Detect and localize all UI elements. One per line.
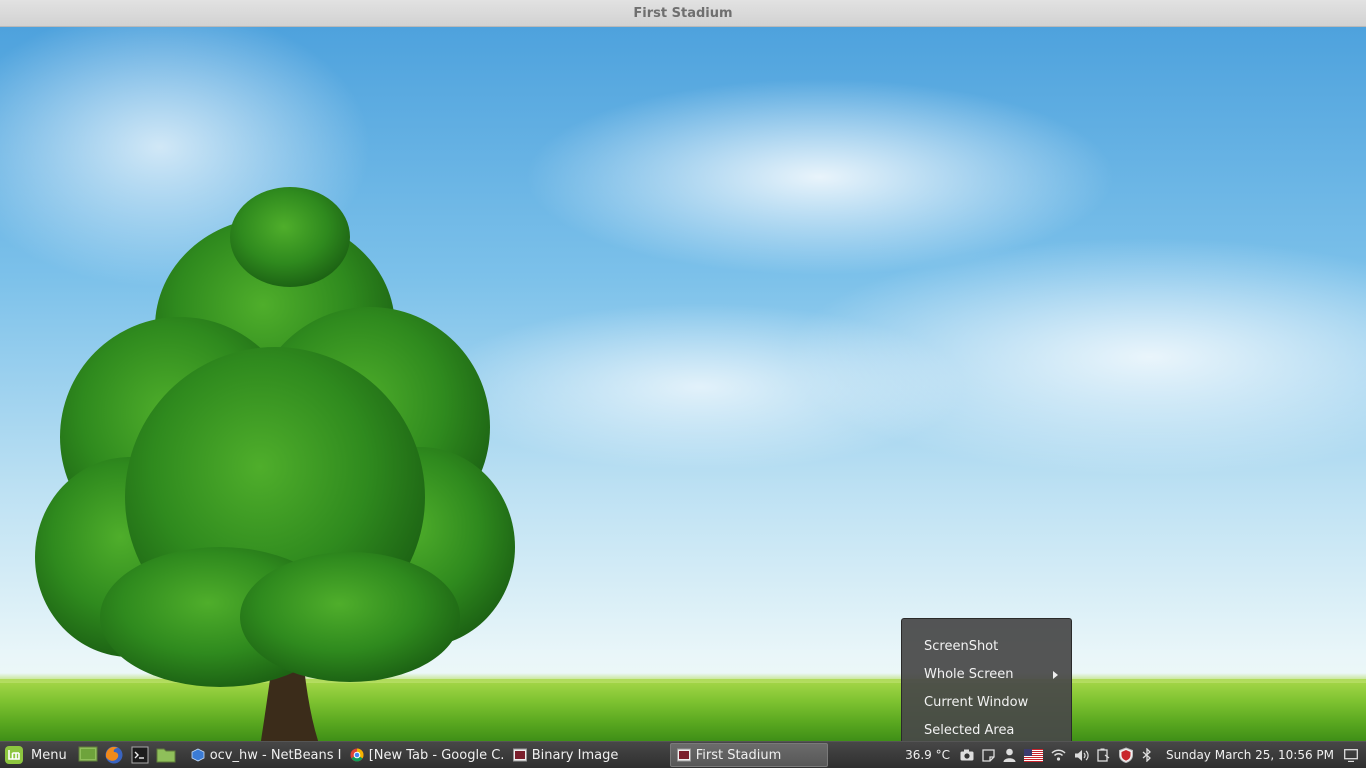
tray-power[interactable] [1097,748,1110,762]
window-button-chrome[interactable]: [New Tab - Google C... [344,743,505,767]
app-window-icon [676,748,691,762]
us-flag-icon [1024,748,1043,762]
menu-item-current-window[interactable]: Current Window [924,693,1054,713]
show-desktop-icon [78,746,98,762]
menu-button[interactable]: Menu [0,742,75,768]
desktop-wallpaper [0,27,1366,741]
chrome-icon [350,748,364,762]
tray-keyboard-layout[interactable] [1024,748,1043,762]
bluetooth-icon [1142,748,1151,762]
app-window-icon [512,748,527,762]
camera-icon [960,749,974,761]
window-button-label: Binary Image [531,747,619,763]
files-icon [156,748,176,763]
tray-user[interactable] [1003,748,1016,762]
menu-item-whole-screen[interactable]: Whole Screen [924,665,1058,685]
window-button-label: ocv_hw - NetBeans I... [209,747,342,763]
menu-item-selected-area[interactable]: Selected Area [924,721,1054,741]
window-button-binary-image[interactable]: Binary Image [507,743,668,767]
netbeans-icon [191,748,205,762]
temperature-readout[interactable]: 36.9 °C [905,748,950,762]
show-desktop-icon [1344,748,1358,762]
window-title: First Stadium [633,5,733,21]
launcher-show-desktop[interactable] [77,744,99,766]
screenshot-menu: ScreenShot Whole Screen Current Window S… [901,618,1072,741]
terminal-icon [131,746,149,764]
clock[interactable]: Sunday March 25, 10:56 PM [1166,748,1334,762]
menu-item-label: Whole Screen [924,667,1014,682]
launcher-terminal[interactable] [129,744,151,766]
taskbar-panel: Menu ocv_hw - NetBeans I... [New Tab - G… [0,741,1366,768]
launcher-files[interactable] [155,744,177,766]
firefox-icon [105,746,123,764]
menu-label: Menu [31,747,67,763]
wallpaper-tree [35,187,515,741]
tray-update-manager[interactable] [1118,747,1134,763]
window-button-netbeans[interactable]: ocv_hw - NetBeans I... [185,743,342,767]
window-button-first-stadium[interactable]: First Stadium [669,743,828,767]
shield-icon [1119,747,1133,763]
window-button-label: First Stadium [695,747,782,763]
tray-notes[interactable] [982,748,995,762]
window-button-label: [New Tab - Google C... [368,747,505,763]
wifi-icon [1051,749,1066,761]
volume-icon [1075,749,1089,761]
submenu-arrow-icon [1053,671,1058,679]
notes-icon [982,748,995,762]
tray-show-desktop[interactable] [1344,748,1358,762]
tray-screenshot[interactable] [960,749,974,761]
launcher-firefox[interactable] [103,744,125,766]
tray-network[interactable] [1051,749,1066,761]
user-icon [1003,748,1016,762]
screenshot-menu-title: ScreenShot [924,639,999,654]
tray-volume[interactable] [1074,749,1089,762]
window-titlebar[interactable]: First Stadium [0,0,1366,27]
battery-icon [1097,748,1110,762]
tray-bluetooth[interactable] [1142,748,1152,762]
linux-mint-icon [5,746,23,764]
system-tray: 36.9 °C Sunday March 25, 10:56 PM [901,742,1366,768]
